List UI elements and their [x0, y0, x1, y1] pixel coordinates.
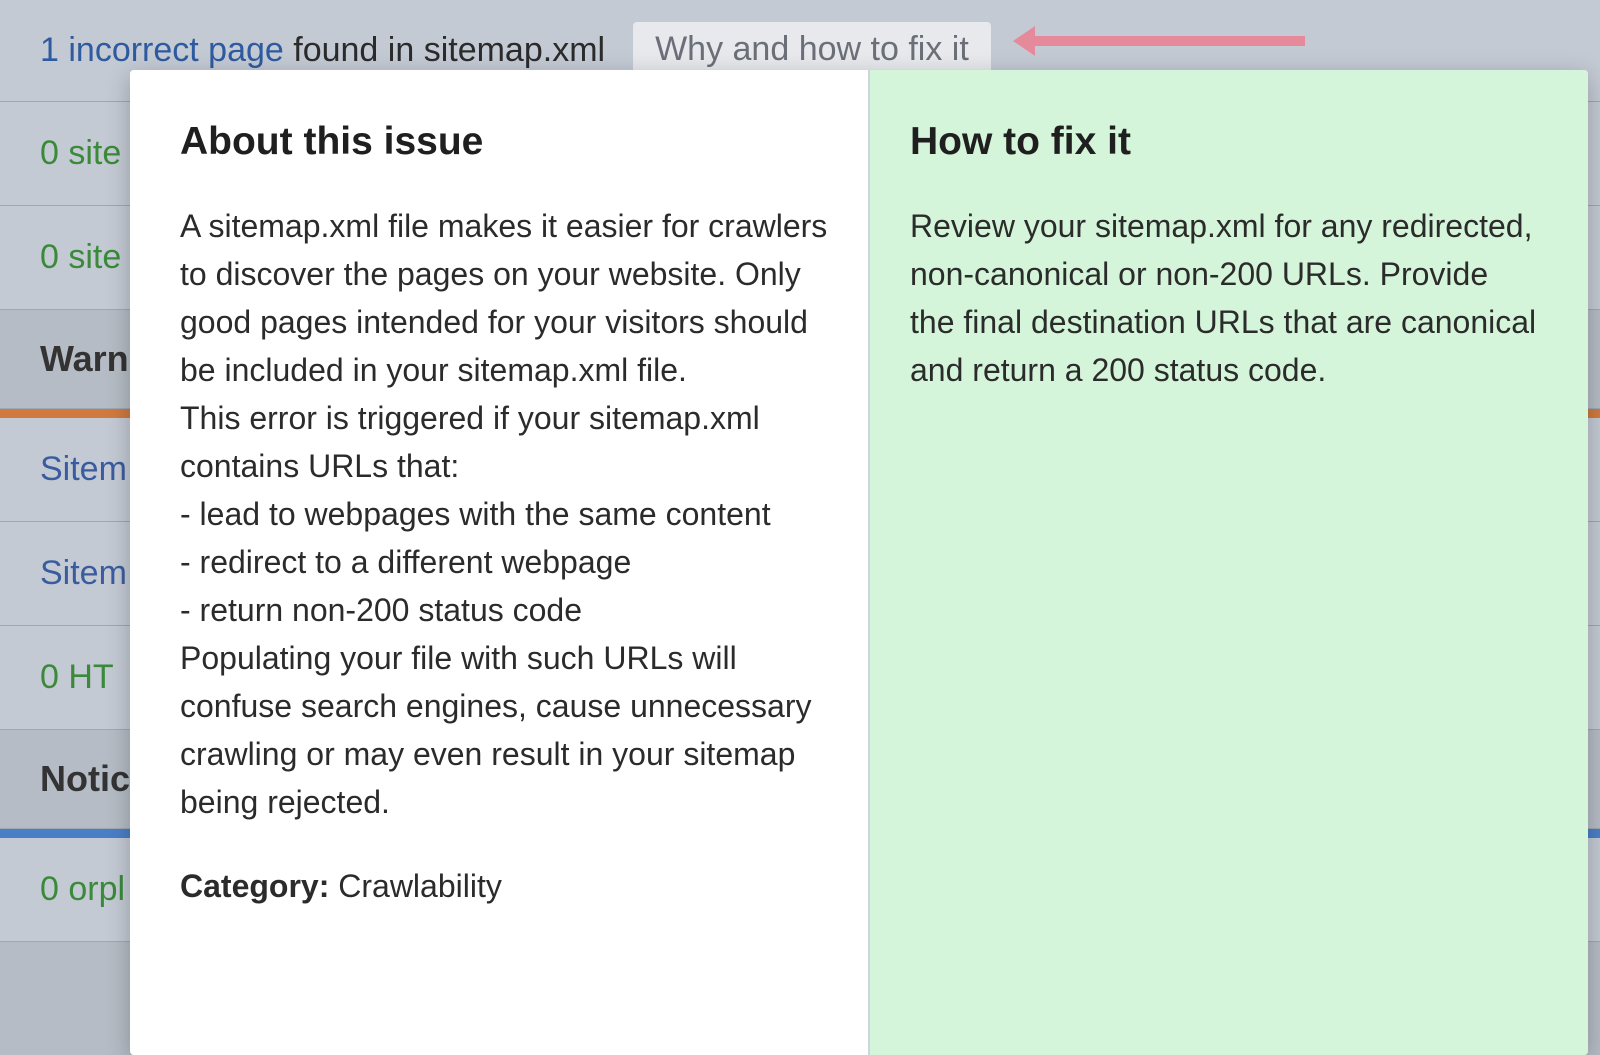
- issue-title-suffix: found in sitemap.xml: [284, 31, 605, 69]
- section-label: Notic: [40, 758, 130, 799]
- category-label: Category:: [180, 868, 338, 904]
- issue-detail-popup: About this issue A sitemap.xml file make…: [130, 70, 1588, 1055]
- category-value: Crawlability: [338, 868, 502, 904]
- why-how-link[interactable]: Why and how to fix it: [655, 30, 969, 73]
- popup-about-panel: About this issue A sitemap.xml file make…: [130, 70, 870, 1055]
- popup-fix-panel: How to fix it Review your sitemap.xml fo…: [870, 70, 1588, 1055]
- annotation-arrow: [1035, 36, 1305, 46]
- about-title: About this issue: [180, 120, 828, 164]
- issue-row-text: Sitem: [40, 450, 127, 488]
- issue-row-text: 0 HT: [40, 658, 114, 696]
- category-line: Category: Crawlability: [180, 868, 828, 905]
- fix-title: How to fix it: [910, 120, 1538, 164]
- issue-row-text: 0 site: [40, 238, 121, 276]
- section-label: Warn: [40, 338, 129, 379]
- issue-row-text: Sitem: [40, 554, 127, 592]
- issue-row-text: 0 orpl: [40, 870, 125, 908]
- issue-count-link[interactable]: 1 incorrect page: [40, 31, 284, 69]
- issue-title: 1 incorrect page found in sitemap.xml: [40, 31, 605, 70]
- about-body: A sitemap.xml file makes it easier for c…: [180, 202, 828, 826]
- issue-row-text: 0 site: [40, 134, 121, 172]
- fix-body: Review your sitemap.xml for any redirect…: [910, 202, 1538, 394]
